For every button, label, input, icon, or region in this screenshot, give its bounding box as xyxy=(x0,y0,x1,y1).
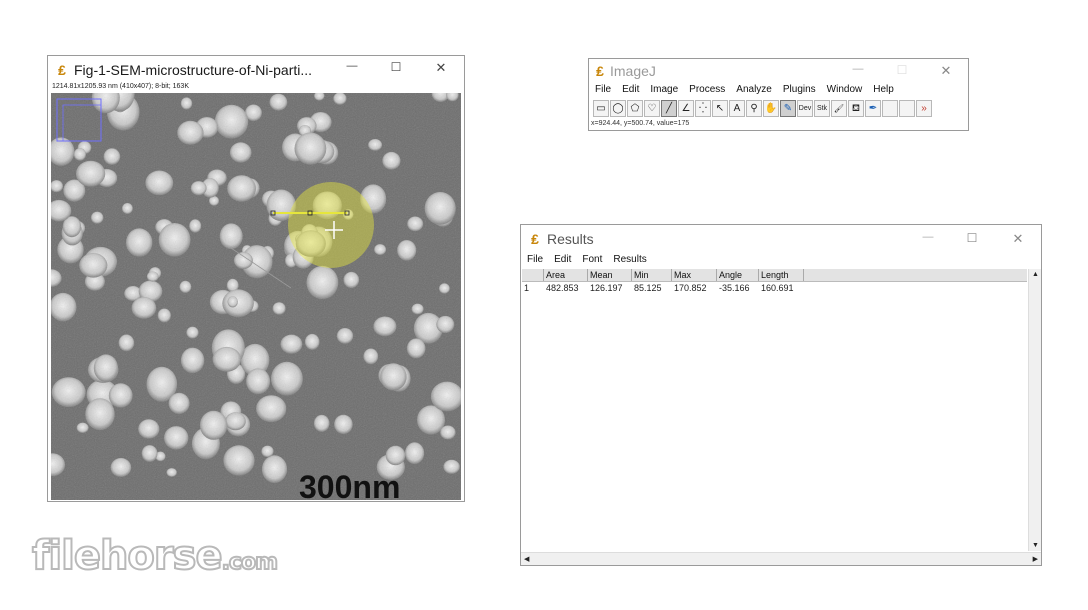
close-button[interactable]: ✕ xyxy=(939,63,953,79)
menu-process[interactable]: Process xyxy=(689,84,725,95)
sem-image: 300nm xyxy=(51,93,461,500)
menu-window[interactable]: Window xyxy=(827,84,863,95)
menu-help[interactable]: Help xyxy=(873,84,894,95)
scale-bar-label: 300nm xyxy=(299,469,400,500)
tool-bar: ▭ ◯ ⬠ ♡ ╱ ∠ ⁛ ↖ A ⚲ ✋ ✎ Dev Stk 🖌 ⛾ ✒ » xyxy=(593,100,933,117)
cell-min: 85.125 xyxy=(634,283,662,293)
menu-font[interactable]: Font xyxy=(582,254,602,265)
column-header-length[interactable]: Length xyxy=(759,269,804,281)
polygon-tool-icon[interactable]: ⬠ xyxy=(627,100,643,117)
empty-slot-icon[interactable] xyxy=(882,100,898,117)
more-tools-icon[interactable]: » xyxy=(916,100,932,117)
dev-menu-icon[interactable]: Dev xyxy=(797,100,813,117)
dropper-tool-icon[interactable]: ✒ xyxy=(865,100,881,117)
cell-angle: -35.166 xyxy=(719,283,750,293)
color-picker-tool-icon[interactable]: ✎ xyxy=(780,100,796,117)
scroll-up-icon[interactable]: ▲ xyxy=(1032,271,1039,278)
cell-area: 482.853 xyxy=(546,283,579,293)
image-window: ₤ Fig-1-SEM-microstructure-of-Ni-parti..… xyxy=(47,55,465,502)
results-titlebar[interactable]: ₤ Results xyxy=(521,225,1041,253)
menu-plugins[interactable]: Plugins xyxy=(783,84,816,95)
line-tool-icon[interactable]: ╱ xyxy=(661,100,677,117)
empty-slot-icon[interactable] xyxy=(899,100,915,117)
maximize-button[interactable]: ☐ xyxy=(895,63,909,77)
imagej-title: ImageJ xyxy=(610,63,656,79)
menu-edit[interactable]: Edit xyxy=(622,84,639,95)
menu-results[interactable]: Results xyxy=(613,254,646,265)
menu-analyze[interactable]: Analyze xyxy=(736,84,772,95)
cell-length: 160.691 xyxy=(761,283,794,293)
text-tool-icon[interactable]: A xyxy=(729,100,745,117)
cell-index: 1 xyxy=(524,283,530,293)
menu-file[interactable]: File xyxy=(595,84,611,95)
column-header-index[interactable] xyxy=(522,269,544,281)
column-header-angle[interactable]: Angle xyxy=(717,269,759,281)
imagej-main-window: ₤ ImageJ — ☐ ✕ File Edit Image Process A… xyxy=(588,58,969,131)
watermark-brand: filehorse xyxy=(31,532,224,580)
menu-file[interactable]: File xyxy=(527,254,543,265)
menu-image[interactable]: Image xyxy=(650,84,678,95)
column-header-min[interactable]: Min xyxy=(632,269,672,281)
watermark-suffix: .com xyxy=(221,549,279,576)
horizontal-scrollbar[interactable]: ◀ ▶ xyxy=(521,552,1041,565)
minimize-button[interactable]: — xyxy=(851,63,865,75)
scroll-down-icon[interactable]: ▼ xyxy=(1032,542,1039,549)
image-info-text: 1214.81x1205.93 nm (410x407); 8-bit; 163… xyxy=(52,83,189,90)
sem-image-canvas[interactable]: 300nm xyxy=(51,93,461,500)
column-header-area[interactable]: Area xyxy=(544,269,588,281)
scroll-right-icon[interactable]: ▶ xyxy=(1033,555,1038,563)
menu-edit[interactable]: Edit xyxy=(554,254,571,265)
imagej-menu-bar: File Edit Image Process Analyze Plugins … xyxy=(595,84,905,95)
close-button[interactable]: ✕ xyxy=(434,60,448,76)
magnifier-tool-icon[interactable]: ⚲ xyxy=(746,100,762,117)
minimize-button[interactable]: — xyxy=(921,231,935,243)
minimize-button[interactable]: — xyxy=(345,60,359,72)
rectangle-tool-icon[interactable]: ▭ xyxy=(593,100,609,117)
freehand-tool-icon[interactable]: ♡ xyxy=(644,100,660,117)
filehorse-watermark-logo: filehorse.com xyxy=(31,532,279,580)
imagej-microscope-icon: ₤ xyxy=(531,231,539,247)
cell-mean: 126.197 xyxy=(590,283,623,293)
stk-menu-icon[interactable]: Stk xyxy=(814,100,830,117)
imagej-titlebar[interactable]: ₤ ImageJ xyxy=(589,59,968,83)
oval-tool-icon[interactable]: ◯ xyxy=(610,100,626,117)
imagej-microscope-icon: ₤ xyxy=(596,63,604,79)
scroll-left-icon[interactable]: ◀ xyxy=(524,555,529,563)
hand-tool-icon[interactable]: ✋ xyxy=(763,100,779,117)
wand-tool-icon[interactable]: ↖ xyxy=(712,100,728,117)
results-menu-bar: File Edit Font Results xyxy=(527,254,658,265)
results-table[interactable]: Area Mean Min Max Angle Length 1 482.853… xyxy=(522,269,1027,551)
vertical-scrollbar[interactable]: ▲ ▼ xyxy=(1028,269,1041,551)
column-header-max[interactable]: Max xyxy=(672,269,717,281)
image-window-title: Fig-1-SEM-microstructure-of-Ni-parti... xyxy=(74,62,313,78)
flood-fill-tool-icon[interactable]: ⛾ xyxy=(848,100,864,117)
angle-tool-icon[interactable]: ∠ xyxy=(678,100,694,117)
status-bar: x=924.44, y=500.74, value=175 xyxy=(591,120,690,127)
results-title: Results xyxy=(547,231,594,247)
maximize-button[interactable]: ☐ xyxy=(389,60,403,74)
point-tool-icon[interactable]: ⁛ xyxy=(695,100,711,117)
cell-max: 170.852 xyxy=(674,283,707,293)
imagej-microscope-icon: ₤ xyxy=(58,62,66,78)
close-button[interactable]: ✕ xyxy=(1011,231,1025,247)
brush-tool-icon[interactable]: 🖌 xyxy=(831,100,847,117)
table-row[interactable]: 1 482.853 126.197 85.125 170.852 -35.166… xyxy=(522,282,1027,295)
table-header: Area Mean Min Max Angle Length xyxy=(522,269,1027,282)
column-header-filler xyxy=(804,269,1027,281)
column-header-mean[interactable]: Mean xyxy=(588,269,632,281)
oval-selection[interactable] xyxy=(288,182,374,268)
results-window: ₤ Results — ☐ ✕ File Edit Font Results A… xyxy=(520,224,1042,566)
maximize-button[interactable]: ☐ xyxy=(965,231,979,245)
